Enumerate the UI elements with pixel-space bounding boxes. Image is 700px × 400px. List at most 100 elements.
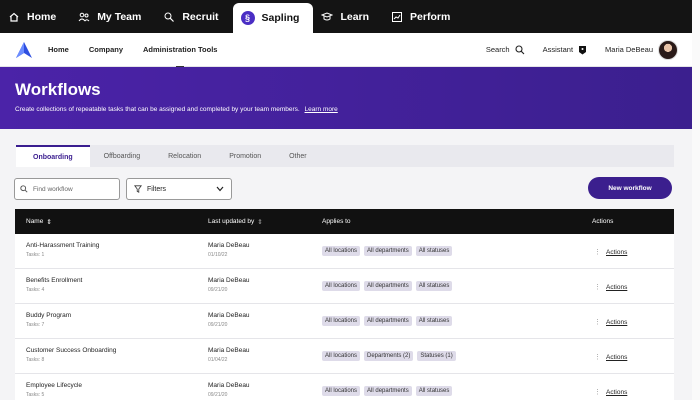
sapling-icon: § bbox=[240, 11, 255, 25]
tab-offboarding[interactable]: Offboarding bbox=[90, 145, 154, 167]
filters-dropdown[interactable]: Filters bbox=[126, 178, 232, 200]
updated-date: 09/21/20 bbox=[208, 287, 228, 293]
search-input[interactable]: Find workflow bbox=[14, 178, 120, 200]
actions-link[interactable]: Actions bbox=[606, 319, 627, 326]
applies-to-cell: All locations All departments All status… bbox=[322, 281, 453, 291]
workflow-name: Anti-Harassment Training bbox=[26, 242, 100, 249]
main-content: Onboarding Offboarding Relocation Promot… bbox=[0, 129, 692, 400]
table-row[interactable]: Benefits Enrollment Tasks: 4 Maria DeBea… bbox=[15, 269, 674, 304]
product-tab-learn[interactable]: Learn bbox=[313, 0, 383, 33]
workflow-name-cell: Customer Success Onboarding Tasks: 8 bbox=[26, 347, 116, 363]
applies-chip: All statuses bbox=[415, 281, 453, 291]
search-label: Search bbox=[485, 45, 510, 54]
tab-relocation[interactable]: Relocation bbox=[154, 145, 215, 167]
applies-chip: All departments bbox=[364, 246, 412, 256]
column-label: Last updated by bbox=[208, 218, 255, 225]
product-tab-recruit[interactable]: Recruit bbox=[155, 0, 232, 33]
product-tab-sapling[interactable]: § Sapling bbox=[232, 3, 314, 33]
more-icon: ⋮ bbox=[594, 354, 601, 361]
product-tab-label: Sapling bbox=[261, 12, 300, 24]
actions-cell: ⋮ Actions bbox=[594, 353, 627, 362]
product-tab-my-team[interactable]: My Team bbox=[70, 0, 155, 33]
applies-chip: Departments (2) bbox=[364, 351, 414, 361]
actions-link[interactable]: Actions bbox=[606, 284, 627, 291]
tab-onboarding[interactable]: Onboarding bbox=[16, 145, 90, 167]
updated-date: 01/10/22 bbox=[208, 252, 228, 258]
column-label: Actions bbox=[592, 218, 614, 225]
product-tab-perform[interactable]: Perform bbox=[383, 0, 464, 33]
applies-to-cell: All locations All departments All status… bbox=[322, 386, 453, 396]
workflow-name-cell: Anti-Harassment Training Tasks: 1 bbox=[26, 242, 99, 258]
product-tab-label: Home bbox=[27, 10, 57, 23]
nav-link-company[interactable]: Company bbox=[89, 33, 123, 67]
home-icon bbox=[9, 12, 19, 22]
updated-cell: Maria DeBeau 01/10/22 bbox=[208, 242, 250, 258]
table-row[interactable]: Buddy Program Tasks: 7 Maria DeBeau 09/2… bbox=[15, 304, 674, 339]
column-header-name[interactable]: Name ⇕ bbox=[26, 218, 52, 226]
table-row[interactable]: Anti-Harassment Training Tasks: 1 Maria … bbox=[15, 234, 674, 269]
actions-link[interactable]: Actions bbox=[606, 354, 627, 361]
column-label: Applies to bbox=[322, 218, 351, 225]
applies-to-cell: All locations All departments All status… bbox=[322, 316, 453, 326]
workflow-name: Customer Success Onboarding bbox=[26, 347, 117, 354]
sort-icon: ⇕ bbox=[257, 218, 263, 226]
page-description: Create collections of repeatable tasks t… bbox=[15, 106, 692, 113]
avatar bbox=[658, 39, 678, 60]
assistant-link[interactable]: Assistant bbox=[543, 45, 587, 55]
applies-chip: All locations bbox=[322, 246, 361, 256]
user-name: Maria DeBeau bbox=[605, 45, 653, 54]
tab-promotion[interactable]: Promotion bbox=[215, 145, 275, 167]
applies-to-cell: All locations All departments All status… bbox=[322, 246, 453, 256]
actions-cell: ⋮ Actions bbox=[594, 248, 627, 257]
actions-cell: ⋮ Actions bbox=[594, 318, 627, 327]
search-icon bbox=[20, 185, 28, 193]
sort-icon: ⇕ bbox=[46, 218, 52, 226]
tab-other[interactable]: Other bbox=[275, 145, 321, 167]
updated-date: 09/21/20 bbox=[208, 392, 228, 398]
search-placeholder: Find workflow bbox=[33, 185, 73, 193]
applies-chip: All statuses bbox=[415, 246, 453, 256]
applies-chip: All departments bbox=[364, 281, 412, 291]
applies-chip: All locations bbox=[322, 316, 361, 326]
actions-cell: ⋮ Actions bbox=[594, 388, 627, 397]
nav-link-home[interactable]: Home bbox=[48, 33, 69, 67]
workflow-tabs: Onboarding Offboarding Relocation Promot… bbox=[16, 145, 674, 167]
user-menu[interactable]: Maria DeBeau bbox=[605, 39, 678, 60]
page-title: Workflows bbox=[15, 80, 101, 99]
new-workflow-button[interactable]: New workflow bbox=[588, 177, 672, 199]
workflow-name-cell: Employee Lifecycle Tasks: 5 bbox=[26, 382, 82, 398]
chevron-down-icon bbox=[216, 186, 224, 192]
applies-chip: All statuses bbox=[415, 386, 453, 396]
updated-cell: Maria DeBeau 01/04/22 bbox=[208, 347, 250, 363]
workflows-table: Name ⇕ Last updated by ⇕ Applies to Acti… bbox=[15, 209, 674, 400]
column-label: Name bbox=[26, 218, 44, 225]
column-header-applies: Applies to bbox=[322, 218, 351, 225]
scrollbar[interactable] bbox=[692, 0, 700, 400]
updated-cell: Maria DeBeau 09/21/20 bbox=[208, 312, 250, 328]
table-row[interactable]: Employee Lifecycle Tasks: 5 Maria DeBeau… bbox=[15, 374, 674, 400]
table-row[interactable]: Customer Success Onboarding Tasks: 8 Mar… bbox=[15, 339, 674, 374]
updated-by: Maria DeBeau bbox=[208, 277, 250, 284]
applies-to-cell: All locations Departments (2) Statuses (… bbox=[322, 351, 456, 361]
search-link[interactable]: Search bbox=[485, 44, 525, 55]
actions-link[interactable]: Actions bbox=[606, 249, 627, 256]
logo-icon[interactable] bbox=[14, 40, 34, 60]
nav-link-administration-tools[interactable]: Administration Tools bbox=[143, 33, 217, 67]
recruit-icon bbox=[164, 12, 175, 22]
column-header-updated[interactable]: Last updated by ⇕ bbox=[208, 218, 263, 226]
applies-chip: All locations bbox=[322, 386, 361, 396]
learn-more-link[interactable]: Learn more bbox=[305, 106, 338, 113]
actions-link[interactable]: Actions bbox=[606, 389, 627, 396]
perform-icon bbox=[392, 11, 403, 22]
actions-cell: ⋮ Actions bbox=[594, 283, 627, 292]
updated-by: Maria DeBeau bbox=[208, 242, 250, 249]
column-header-actions: Actions bbox=[592, 218, 613, 225]
task-count: Tasks: 4 bbox=[26, 287, 45, 293]
product-bar: Home My Team Recruit § Sapling Learn Per… bbox=[0, 0, 692, 33]
product-tab-home[interactable]: Home bbox=[0, 0, 70, 33]
toolbar: Find workflow Filters New workflow bbox=[14, 177, 674, 200]
updated-cell: Maria DeBeau 09/21/20 bbox=[208, 277, 250, 293]
task-count: Tasks: 8 bbox=[26, 357, 45, 363]
workflow-name-cell: Buddy Program Tasks: 7 bbox=[26, 312, 71, 328]
updated-by: Maria DeBeau bbox=[208, 312, 250, 319]
